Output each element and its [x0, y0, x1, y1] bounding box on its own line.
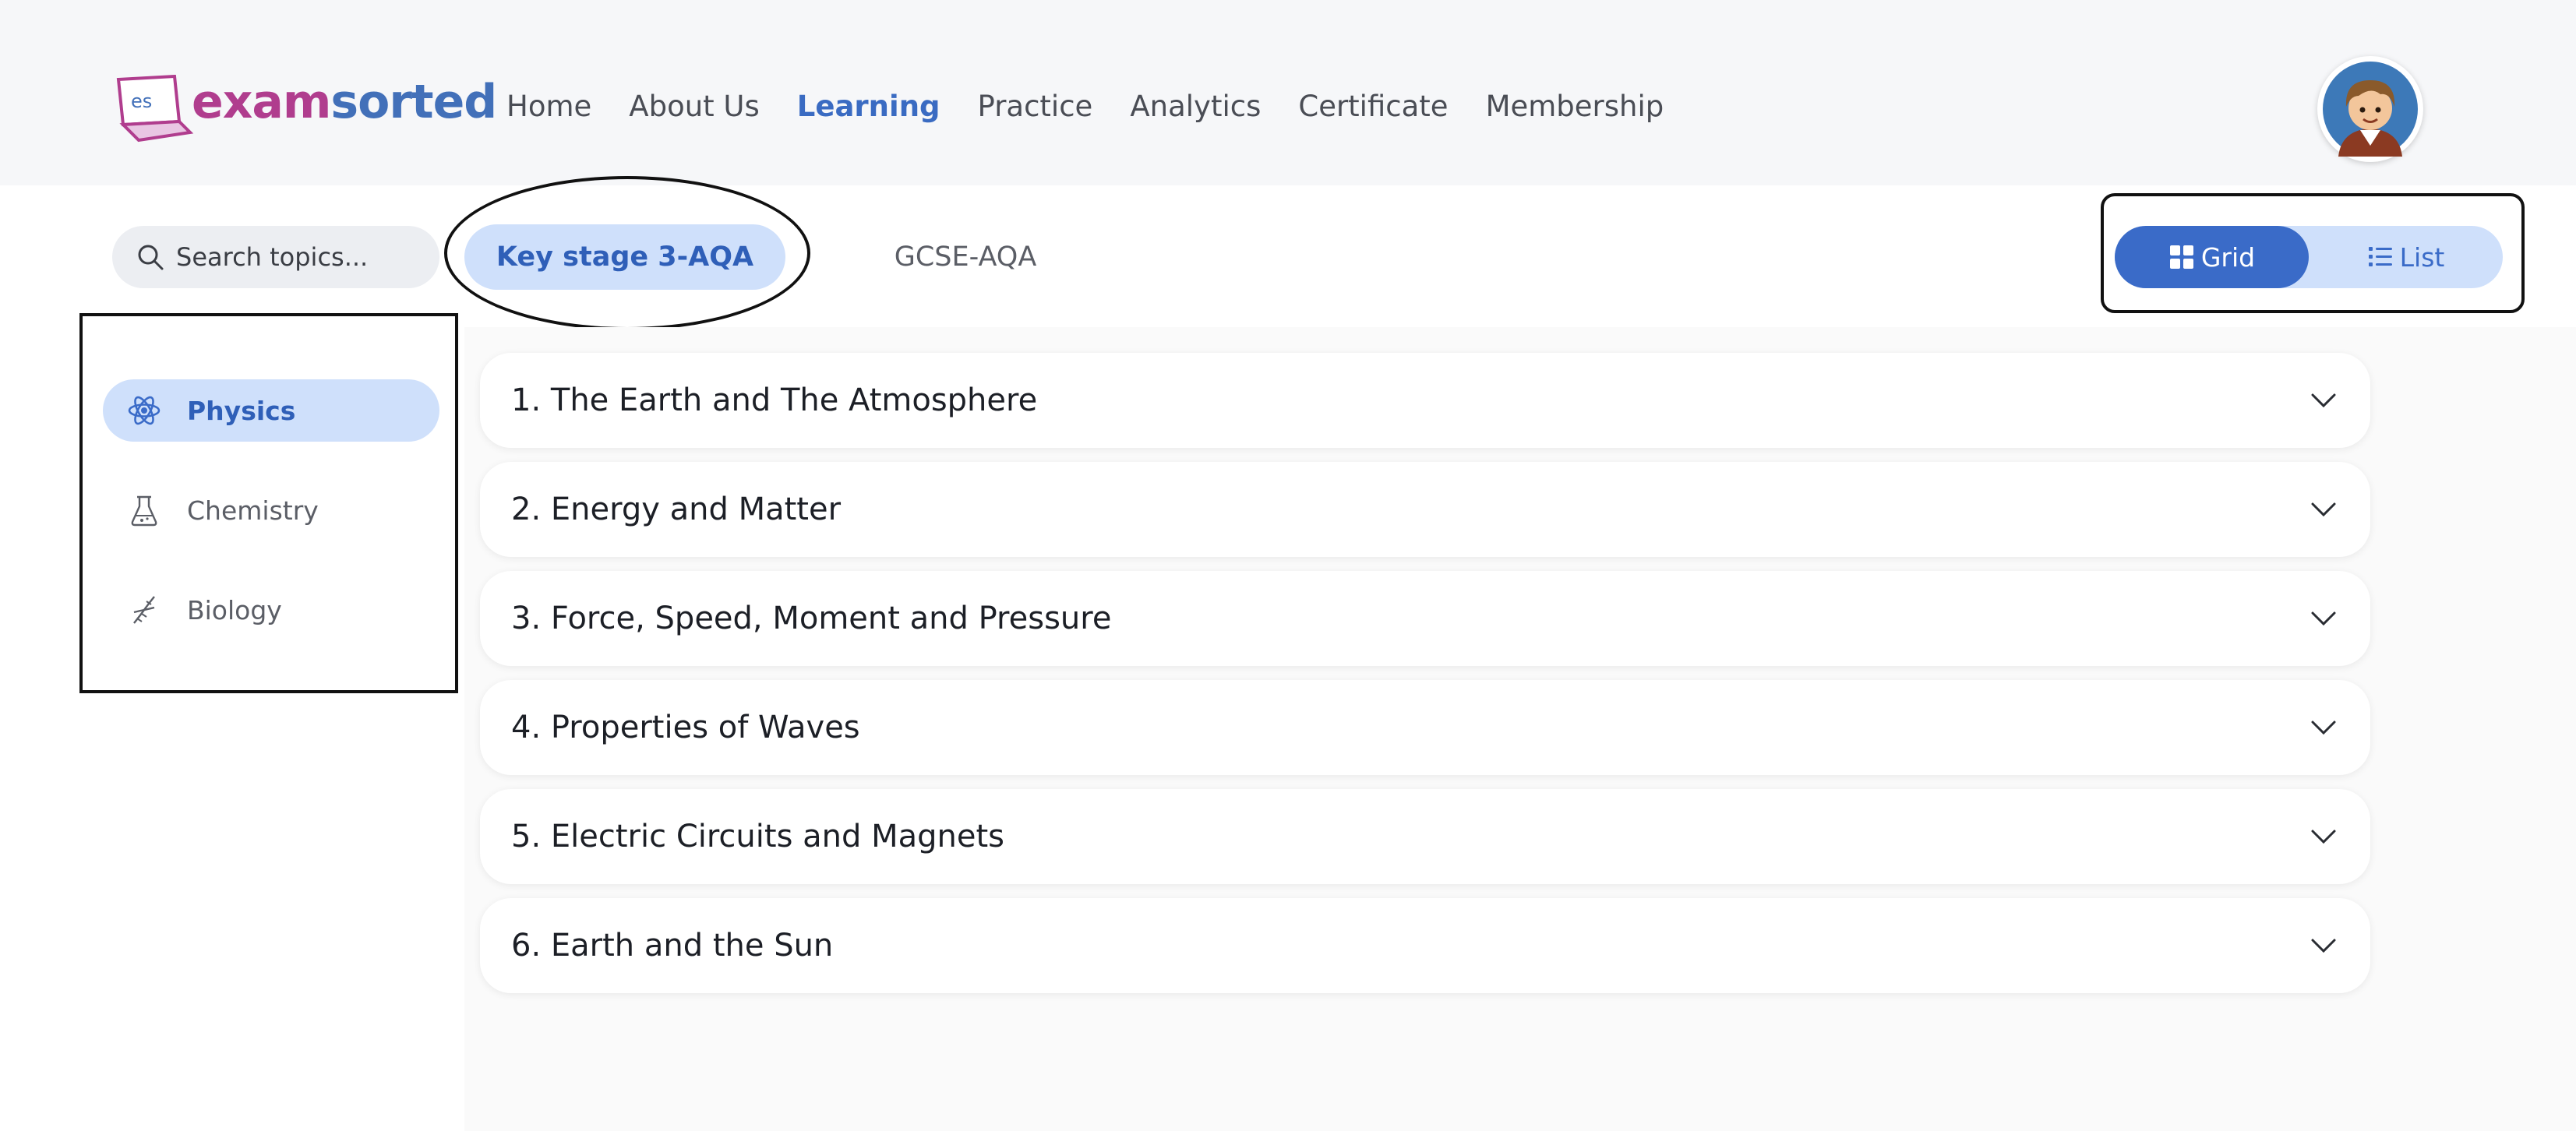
chevron-down-icon	[2311, 830, 2336, 844]
grid-icon	[2169, 245, 2193, 269]
list-view-button[interactable]: List	[2309, 226, 2503, 288]
chevron-down-icon	[2311, 721, 2336, 735]
topic-title: 5. Electric Circuits and Magnets	[511, 819, 1004, 854]
tab-gcse-aqa[interactable]: GCSE-AQA	[860, 224, 1071, 290]
logo-exam-text: exam	[192, 75, 331, 129]
topic-title: 6. Earth and the Sun	[511, 928, 834, 964]
dna-icon	[133, 596, 155, 624]
topic-row[interactable]: 4. Properties of Waves	[480, 680, 2370, 775]
user-avatar[interactable]	[2317, 56, 2423, 162]
nav-item-learning[interactable]: Learning	[797, 90, 940, 123]
subject-biology[interactable]: Biology	[103, 579, 439, 641]
topic-row[interactable]: 1. The Earth and The Atmosphere	[480, 353, 2370, 448]
chevron-down-icon	[2311, 393, 2336, 408]
nav-item-practice[interactable]: Practice	[978, 90, 1093, 123]
subject-label: Biology	[187, 594, 282, 625]
nav-item-about-us[interactable]: About Us	[629, 90, 760, 123]
topic-title: 3. Force, Speed, Moment and Pressure	[511, 601, 1112, 636]
nav-item-home[interactable]: Home	[506, 90, 591, 123]
laptop-logo-icon: es	[116, 75, 194, 143]
nav-item-analytics[interactable]: Analytics	[1130, 90, 1261, 123]
search-icon	[138, 245, 164, 270]
grid-view-button[interactable]: Grid	[2115, 226, 2309, 288]
logo-sorted-text: sorted	[330, 75, 497, 129]
topic-row[interactable]: 3. Force, Speed, Moment and Pressure	[480, 571, 2370, 666]
topic-row[interactable]: 5. Electric Circuits and Magnets	[480, 789, 2370, 884]
chevron-down-icon	[2311, 939, 2336, 953]
tab-key-stage-3-aqa[interactable]: Key stage 3-AQA	[464, 224, 785, 290]
search-input[interactable]	[176, 242, 425, 272]
grid-view-label: Grid	[2200, 241, 2256, 273]
atom-icon	[128, 396, 161, 425]
chevron-down-icon	[2311, 502, 2336, 517]
logo-wordmark: examsorted	[192, 75, 497, 129]
avatar-boy-icon	[2323, 62, 2418, 157]
examsorted-logo[interactable]: es examsorted	[112, 75, 497, 145]
topic-row[interactable]: 2. Energy and Matter	[480, 462, 2370, 557]
list-icon	[2368, 247, 2392, 266]
subject-chemistry[interactable]: Chemistry	[103, 479, 439, 541]
topic-title: 4. Properties of Waves	[511, 710, 860, 745]
list-view-label: List	[2399, 241, 2445, 273]
nav-item-certificate[interactable]: Certificate	[1298, 90, 1448, 123]
topic-title: 1. The Earth and The Atmosphere	[511, 382, 1038, 418]
top-header: es examsorted Home About Us Learning Pra…	[0, 0, 2576, 185]
view-toggle: Grid List	[2115, 226, 2503, 288]
flask-icon	[131, 495, 157, 527]
svg-text:es: es	[131, 90, 152, 112]
chevron-down-icon	[2311, 611, 2336, 626]
topic-row[interactable]: 6. Earth and the Sun	[480, 898, 2370, 993]
subject-label: Chemistry	[187, 495, 319, 526]
topic-title: 2. Energy and Matter	[511, 492, 842, 527]
subject-label: Physics	[187, 395, 296, 426]
main-nav: Home About Us Learning Practice Analytic…	[506, 78, 1701, 134]
subject-physics[interactable]: Physics	[103, 379, 439, 442]
search-box[interactable]	[112, 226, 439, 288]
nav-item-membership[interactable]: Membership	[1486, 90, 1664, 123]
